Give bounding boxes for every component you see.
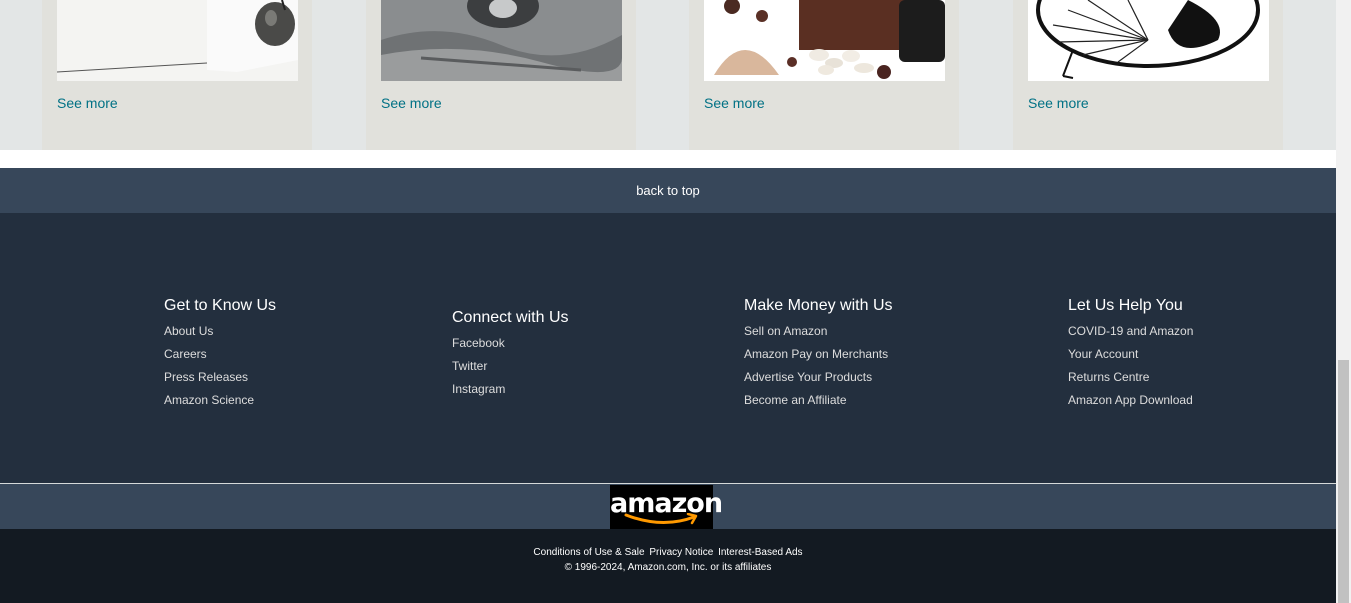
footer-column-let-us-help-you: Let Us Help You COVID-19 and Amazon Your… bbox=[1068, 296, 1193, 415]
product-card-image[interactable] bbox=[57, 0, 298, 81]
footer-column-heading: Get to Know Us bbox=[164, 297, 277, 314]
footer-link-careers[interactable]: Careers bbox=[164, 347, 207, 361]
footer-link-your-account[interactable]: Your Account bbox=[1068, 347, 1138, 361]
page: See more See more See more See more back… bbox=[0, 0, 1351, 603]
see-more-link[interactable]: See more bbox=[704, 95, 765, 111]
footer-logo-bar: amazon bbox=[0, 483, 1336, 529]
footer-link-amazon-science[interactable]: Amazon Science bbox=[164, 393, 254, 407]
product-card-image[interactable] bbox=[704, 0, 945, 81]
see-more-link[interactable]: See more bbox=[381, 95, 442, 111]
product-card: See more bbox=[689, 0, 959, 150]
footer-column-get-to-know-us: Get to Know Us About Us Careers Press Re… bbox=[164, 296, 276, 415]
footer-column-heading: Make Money with Us bbox=[744, 297, 893, 314]
footer-column-heading: Connect with Us bbox=[452, 309, 569, 326]
product-card-image[interactable] bbox=[381, 0, 622, 81]
footer-column-make-money-with-us: Make Money with Us Sell on Amazon Amazon… bbox=[744, 296, 893, 415]
back-to-top-button[interactable]: back to top bbox=[0, 168, 1336, 213]
footer-column-connect-with-us: Connect with Us Facebook Twitter Instagr… bbox=[452, 308, 569, 404]
see-more-link[interactable]: See more bbox=[57, 95, 118, 111]
footer-column-heading: Let Us Help You bbox=[1068, 297, 1183, 314]
footer-link-amazon-app-download[interactable]: Amazon App Download bbox=[1068, 393, 1193, 407]
product-card: See more bbox=[1013, 0, 1283, 150]
page-scrollbar[interactable] bbox=[1336, 0, 1351, 603]
footer-link-twitter[interactable]: Twitter bbox=[452, 359, 487, 373]
product-strip: See more See more See more See more bbox=[0, 0, 1336, 150]
legal-links: Conditions of Use & Sale Privacy Notice … bbox=[0, 547, 1336, 558]
legal-link-interest-based-ads[interactable]: Interest-Based Ads bbox=[718, 547, 803, 558]
legal-link-conditions-of-use[interactable]: Conditions of Use & Sale bbox=[533, 547, 644, 558]
copyright-text: © 1996-2024, Amazon.com, Inc. or its aff… bbox=[564, 562, 772, 573]
footer-legal-bar: Conditions of Use & Sale Privacy Notice … bbox=[0, 529, 1336, 603]
product-card: See more bbox=[366, 0, 636, 150]
footer-links-section: Get to Know Us About Us Careers Press Re… bbox=[0, 213, 1336, 483]
footer-link-sell-on-amazon[interactable]: Sell on Amazon bbox=[744, 324, 827, 338]
footer-link-press-releases[interactable]: Press Releases bbox=[164, 370, 248, 384]
footer-link-returns-centre[interactable]: Returns Centre bbox=[1068, 370, 1149, 384]
footer-link-instagram[interactable]: Instagram bbox=[452, 382, 505, 396]
footer-link-facebook[interactable]: Facebook bbox=[452, 336, 505, 350]
product-card: See more bbox=[42, 0, 312, 150]
scrollbar-thumb[interactable] bbox=[1338, 360, 1349, 603]
footer-link-amazon-pay-on-merchants[interactable]: Amazon Pay on Merchants bbox=[744, 347, 888, 361]
amazon-logo[interactable]: amazon bbox=[610, 485, 723, 529]
amazon-smile-icon bbox=[624, 513, 698, 525]
footer-link-about-us[interactable]: About Us bbox=[164, 324, 213, 338]
product-card-image[interactable] bbox=[1028, 0, 1269, 81]
footer-link-become-an-affiliate[interactable]: Become an Affiliate bbox=[744, 393, 847, 407]
footer-link-covid-19-and-amazon[interactable]: COVID-19 and Amazon bbox=[1068, 324, 1193, 338]
legal-link-privacy-notice[interactable]: Privacy Notice bbox=[649, 547, 713, 558]
footer-link-advertise-your-products[interactable]: Advertise Your Products bbox=[744, 370, 872, 384]
see-more-link[interactable]: See more bbox=[1028, 95, 1089, 111]
